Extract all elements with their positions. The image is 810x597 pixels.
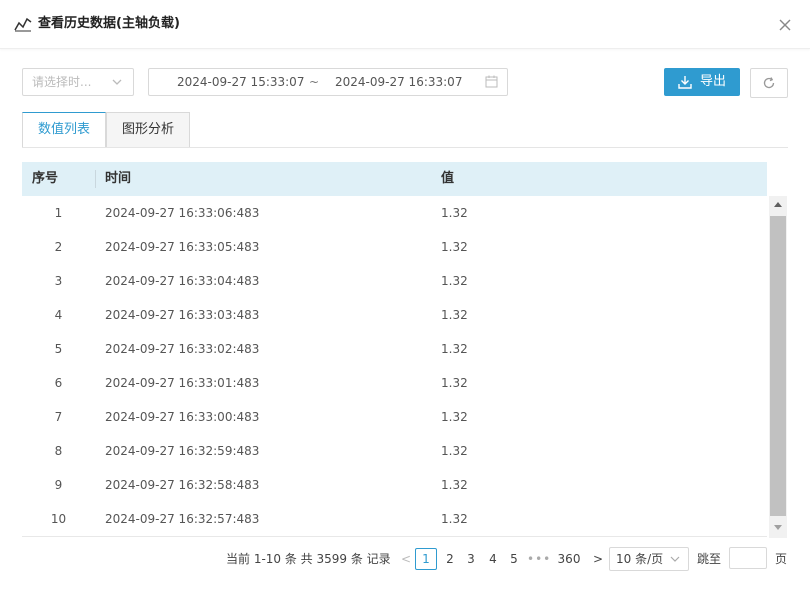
- page-button-5[interactable]: 5: [504, 548, 524, 570]
- line-chart-icon: [14, 17, 32, 32]
- row-index: 6: [54, 376, 63, 390]
- refresh-icon: [763, 77, 775, 89]
- row-index: 3: [54, 274, 63, 288]
- time-range-select[interactable]: 请选择时...: [22, 68, 134, 96]
- tab-graph-analysis[interactable]: 图形分析: [106, 112, 190, 148]
- row-time: 2024-09-27 16:33:03:483: [105, 308, 260, 322]
- dialog-title: 查看历史数据(主轴负载): [38, 16, 180, 31]
- column-divider: [95, 170, 96, 188]
- row-value: 1.32: [441, 240, 468, 254]
- row-time: 2024-09-27 16:33:00:483: [105, 410, 260, 424]
- table-row[interactable]: 1 2024-09-27 16:33:06:483 1.32: [22, 196, 767, 231]
- row-index: 10: [50, 512, 67, 526]
- date-range-picker[interactable]: 2024-09-27 15:33:07 ~ 2024-09-27 16:33:0…: [148, 68, 508, 96]
- time-range-placeholder: 请选择时...: [32, 75, 92, 89]
- column-header-value[interactable]: 值: [441, 162, 454, 196]
- row-value: 1.32: [441, 274, 468, 288]
- row-value: 1.32: [441, 478, 468, 492]
- table-row[interactable]: 4 2024-09-27 16:33:03:483 1.32: [22, 298, 767, 333]
- row-time: 2024-09-27 16:33:04:483: [105, 274, 260, 288]
- table-row[interactable]: 6 2024-09-27 16:33:01:483 1.32: [22, 366, 767, 401]
- row-value: 1.32: [441, 206, 468, 220]
- prev-page-button[interactable]: <: [396, 548, 416, 570]
- row-index: 7: [54, 410, 63, 424]
- goto-label: 跳至: [697, 552, 722, 566]
- date-separator: ~: [309, 75, 320, 89]
- download-icon: [678, 76, 692, 89]
- row-value: 1.32: [441, 410, 468, 424]
- chevron-down-icon: [670, 556, 680, 562]
- column-header-index[interactable]: 序号: [32, 162, 58, 196]
- page-ellipsis[interactable]: •••: [527, 548, 550, 570]
- table-row[interactable]: 7 2024-09-27 16:33:00:483 1.32: [22, 400, 767, 435]
- page-button-4[interactable]: 4: [483, 548, 503, 570]
- row-index: 9: [54, 478, 63, 492]
- table-row[interactable]: 10 2024-09-27 16:32:57:483 1.32: [22, 502, 767, 537]
- row-time: 2024-09-27 16:32:59:483: [105, 444, 260, 458]
- row-time: 2024-09-27 16:32:58:483: [105, 478, 260, 492]
- row-index: 2: [54, 240, 63, 254]
- row-index: 8: [54, 444, 63, 458]
- row-time: 2024-09-27 16:33:05:483: [105, 240, 260, 254]
- tab-divider: [22, 147, 788, 148]
- table-body: 1 2024-09-27 16:33:06:483 1.32 2 2024-09…: [22, 196, 767, 538]
- row-time: 2024-09-27 16:33:01:483: [105, 376, 260, 390]
- date-end[interactable]: 2024-09-27 16:33:07: [335, 74, 462, 90]
- page-button-last[interactable]: 360: [555, 548, 583, 570]
- page-button-2[interactable]: 2: [440, 548, 460, 570]
- row-value: 1.32: [441, 342, 468, 356]
- row-time: 2024-09-27 16:33:06:483: [105, 206, 260, 220]
- table-row[interactable]: 9 2024-09-27 16:32:58:483 1.32: [22, 468, 767, 503]
- date-start[interactable]: 2024-09-27 15:33:07: [177, 74, 304, 90]
- scroll-up-icon[interactable]: [769, 196, 787, 214]
- row-time: 2024-09-27 16:32:57:483: [105, 512, 260, 526]
- row-index: 1: [54, 206, 63, 220]
- page-size-select[interactable]: 10 条/页: [609, 547, 689, 571]
- dialog-header: 查看历史数据(主轴负载): [0, 0, 810, 49]
- calendar-icon: [485, 75, 498, 88]
- scroll-down-icon[interactable]: [769, 518, 787, 536]
- chevron-down-icon: [112, 79, 122, 85]
- goto-unit: 页: [775, 552, 788, 566]
- row-value: 1.32: [441, 308, 468, 322]
- table-scrollbar[interactable]: [769, 196, 787, 538]
- table-row[interactable]: 3 2024-09-27 16:33:04:483 1.32: [22, 264, 767, 299]
- column-header-time[interactable]: 时间: [105, 162, 131, 196]
- row-value: 1.32: [441, 512, 468, 526]
- export-button[interactable]: 导出: [664, 68, 740, 96]
- page-button-3[interactable]: 3: [461, 548, 481, 570]
- scrollbar-thumb[interactable]: [770, 216, 786, 516]
- next-page-button[interactable]: >: [588, 548, 608, 570]
- row-time: 2024-09-27 16:33:02:483: [105, 342, 260, 356]
- goto-page-input[interactable]: [729, 547, 767, 569]
- page-button-1[interactable]: 1: [415, 548, 437, 570]
- row-index: 5: [54, 342, 63, 356]
- row-value: 1.32: [441, 376, 468, 390]
- pagination-summary: 当前 1-10 条 共 3599 条 记录: [226, 552, 391, 566]
- close-icon[interactable]: [776, 16, 794, 34]
- tab-value-list[interactable]: 数值列表: [22, 112, 106, 148]
- table-header: 序号 时间 值: [22, 162, 767, 197]
- table-row[interactable]: 8 2024-09-27 16:32:59:483 1.32: [22, 434, 767, 469]
- export-label: 导出: [700, 74, 727, 89]
- row-value: 1.32: [441, 444, 468, 458]
- table-row[interactable]: 5 2024-09-27 16:33:02:483 1.32: [22, 332, 767, 367]
- table-row[interactable]: 2 2024-09-27 16:33:05:483 1.32: [22, 230, 767, 265]
- page-size-value: 10 条/页: [616, 552, 664, 566]
- refresh-button[interactable]: [750, 68, 788, 98]
- row-index: 4: [54, 308, 63, 322]
